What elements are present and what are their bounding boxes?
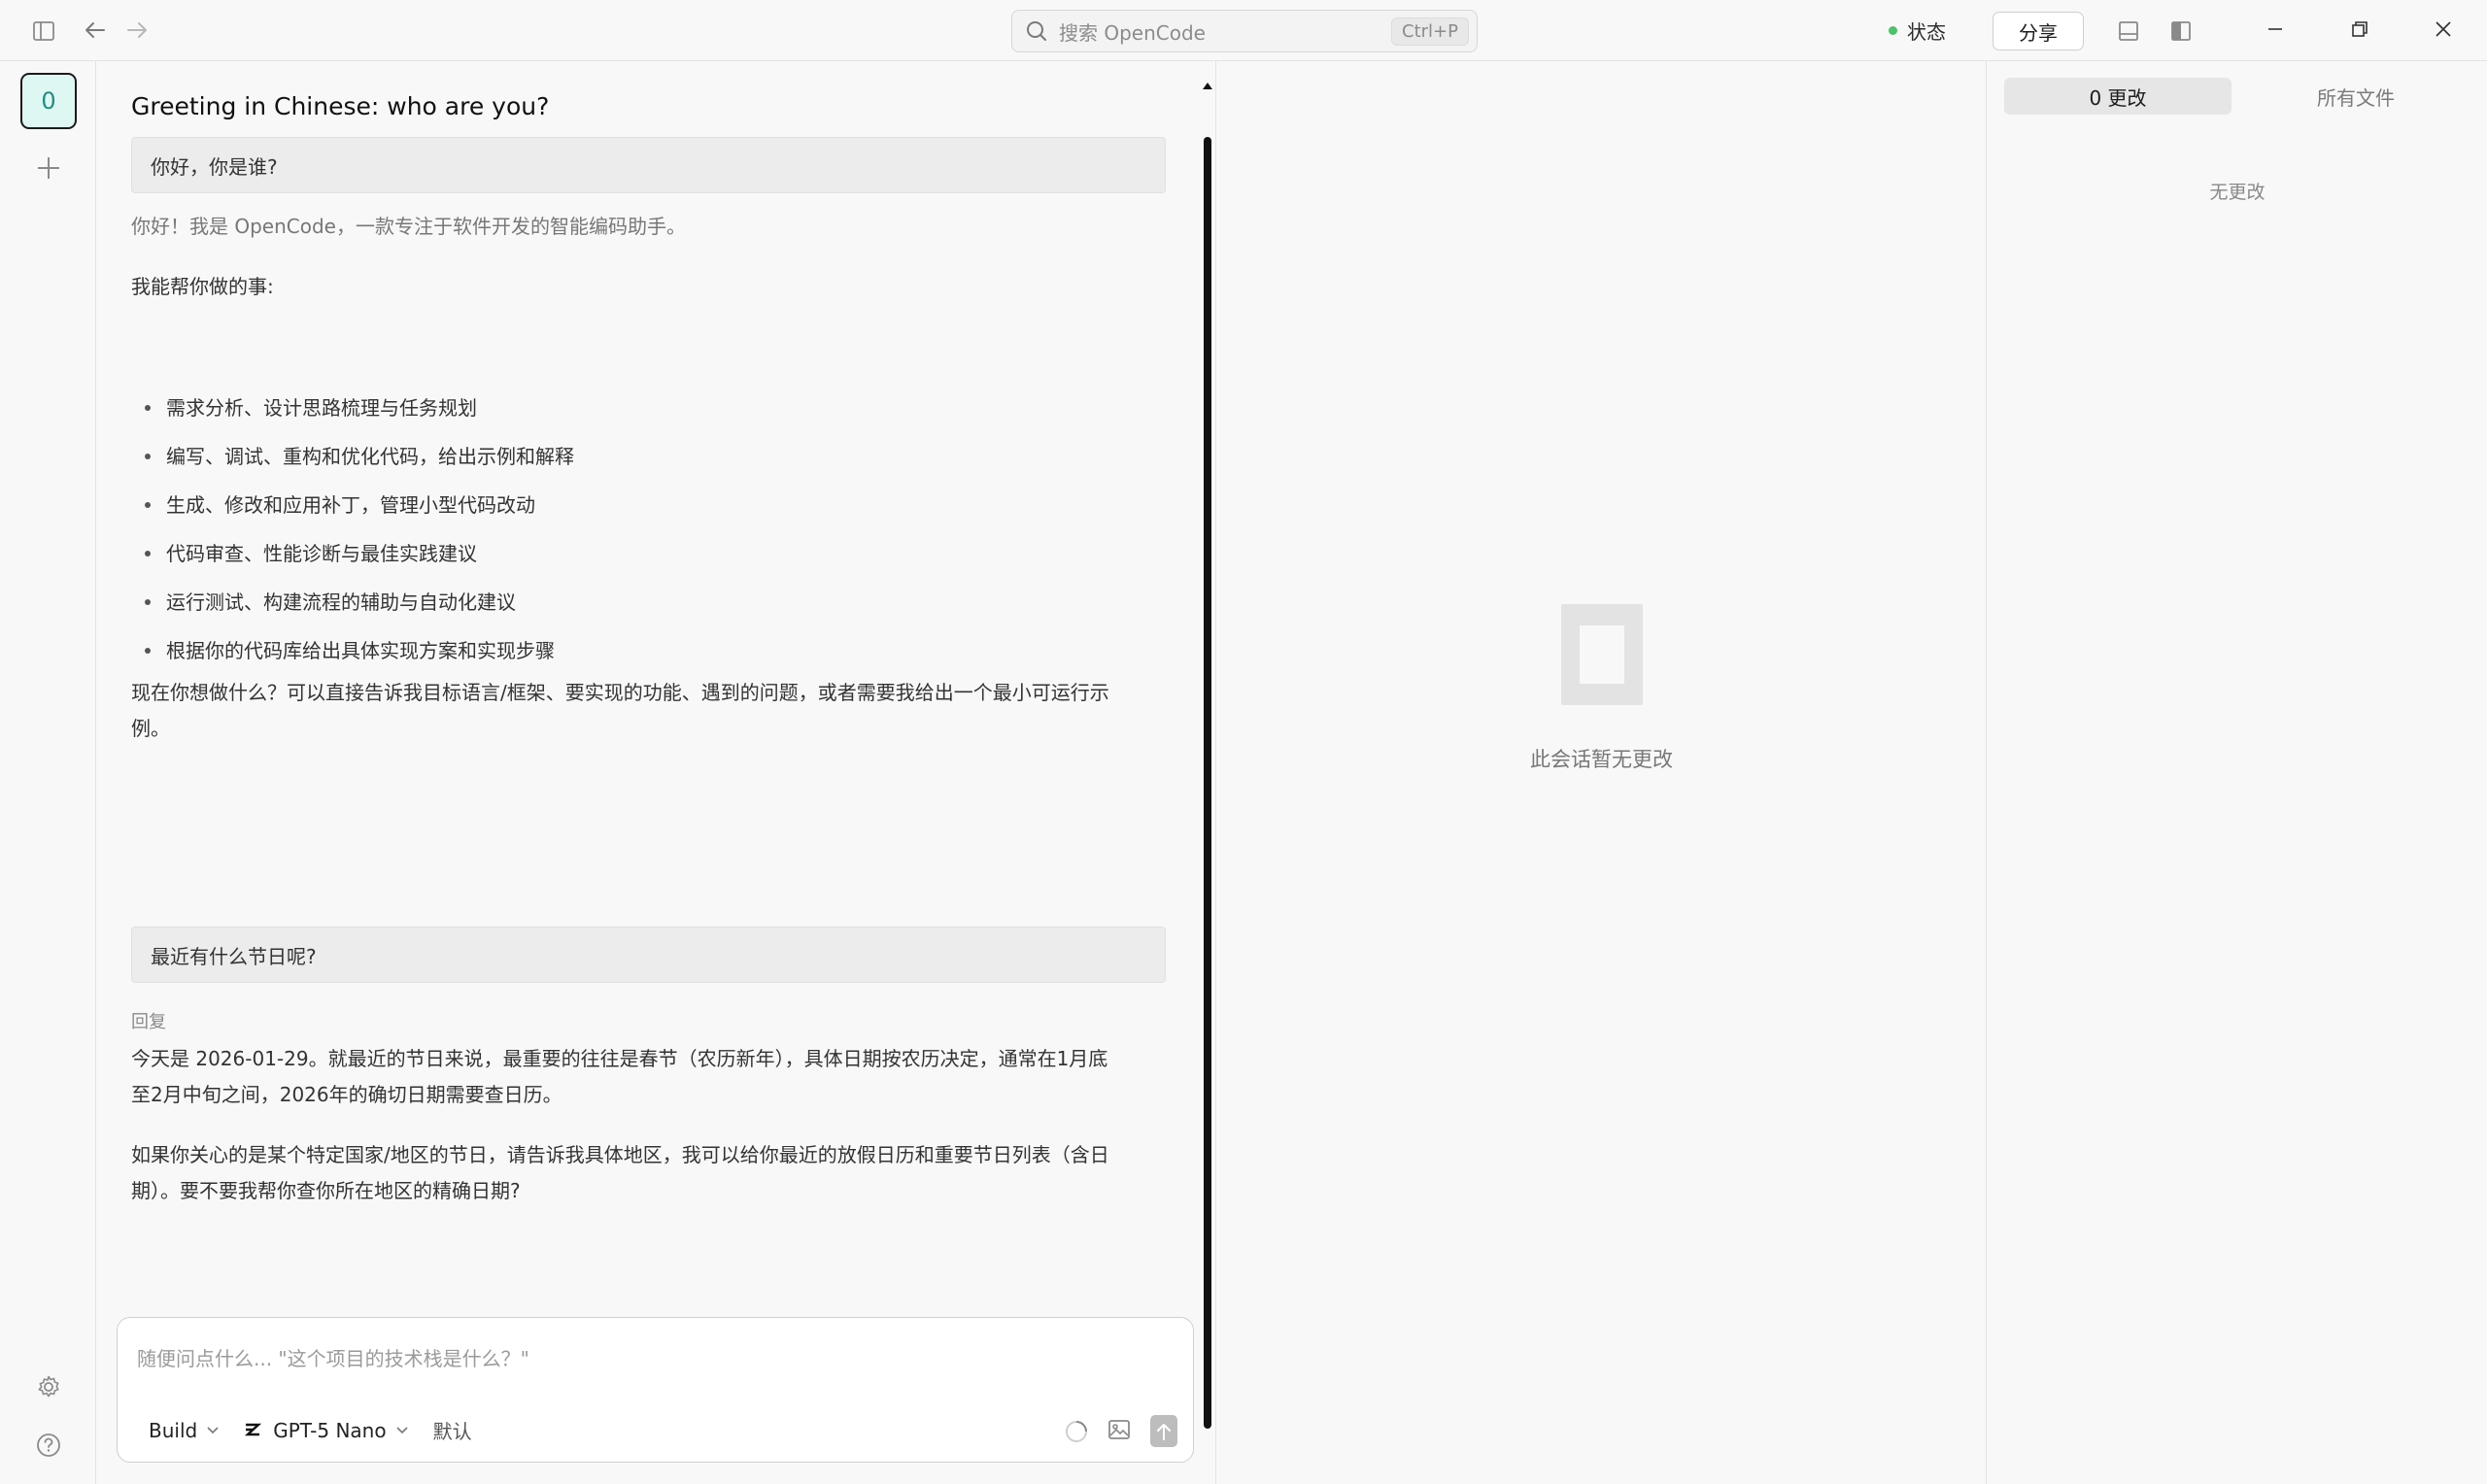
toggle-sidebar-button[interactable] — [31, 18, 56, 44]
agent-label: Build — [149, 1418, 198, 1442]
assistant-reply-line: 如果你关心的是某个特定国家/地区的节日，请告诉我具体地区，我可以给你最近的放假日… — [131, 1143, 1109, 1166]
maximize-button[interactable] — [2346, 16, 2373, 43]
agent-select[interactable]: Build — [149, 1419, 244, 1442]
empty-document-icon — [1561, 604, 1643, 705]
sidebar-icon — [33, 21, 54, 41]
variant-select[interactable]: 默认 — [433, 1416, 472, 1444]
send-button[interactable] — [1150, 1415, 1177, 1447]
prompt-composer[interactable]: 随便问点什么... "这个项目的技术栈是什么？" Build GPT-5 Nan… — [117, 1317, 1194, 1463]
gear-icon — [38, 1375, 59, 1398]
scroll-up-arrow[interactable] — [1201, 79, 1214, 92]
title-bar: 搜索 OpenCode Ctrl+P 状态 分享 — [0, 0, 2487, 61]
assistant-reply-line: 至2月中旬之间，2026年的确切日期需要查日历。 — [131, 1083, 562, 1106]
forward-button[interactable] — [123, 17, 151, 44]
close-icon — [2436, 21, 2451, 37]
restore-icon — [2352, 21, 2368, 37]
list-item: 代码审查、性能诊断与最佳实践建议 — [131, 535, 1166, 584]
status-dot — [1889, 25, 1897, 35]
arrow-up-icon — [1157, 1423, 1171, 1440]
search-input[interactable]: 搜索 OpenCode Ctrl+P — [1011, 10, 1478, 52]
assistant-reply-line: 期）。要不要我帮你查你所在地区的精确日期? — [131, 1179, 521, 1202]
openai-logo-icon — [245, 1423, 262, 1435]
close-window-button[interactable] — [2430, 16, 2457, 43]
review-empty-text: 此会话暂无更改 — [1530, 748, 1673, 771]
changes-panel: 0 更改 所有文件 无更改 — [1986, 61, 2487, 1484]
reply-label: 回复 — [131, 1012, 166, 1032]
loading-spinner-icon — [1066, 1420, 1087, 1442]
model-select[interactable]: GPT-5 Nano — [244, 1419, 432, 1442]
chat-scrollbar[interactable] — [1204, 137, 1211, 1429]
list-item: 需求分析、设计思路梳理与任务规划 — [131, 389, 1166, 438]
composer-toolbar: Build GPT-5 Nano 默认 — [149, 1416, 472, 1444]
toggle-bottom-panel-button[interactable] — [2116, 18, 2141, 44]
image-icon — [1108, 1419, 1130, 1439]
minimize-icon — [2268, 28, 2282, 30]
list-item: 根据你的代码库给出具体实现方案和实现步骤 — [131, 632, 1166, 681]
status-label: 状态 — [1907, 19, 1946, 44]
chat-panel: Greeting in Chinese: who are you? 你好，你是谁… — [97, 61, 1214, 1484]
search-shortcut-badge: Ctrl+P — [1391, 17, 1469, 46]
session-rail: 0 — [0, 61, 96, 1484]
triangle-up-icon — [1203, 83, 1212, 89]
assistant-intro: 你好！我是 OpenCode，一款专注于软件开发的智能编码助手。 — [131, 215, 686, 238]
list-item: 生成、修改和应用补丁，管理小型代码改动 — [131, 487, 1166, 535]
search-placeholder: 搜索 OpenCode — [1059, 20, 1206, 45]
user-message: 你好，你是谁? — [131, 137, 1166, 193]
review-panel: 此会话暂无更改 — [1215, 61, 1986, 1484]
assistant-reply-line: 今天是 2026-01-29。就最近的节日来说，最重要的往往是春节（农历新年），… — [131, 1047, 1108, 1070]
panel-split-icon — [2171, 21, 2191, 41]
panel-bottom-icon — [2119, 21, 2138, 41]
assistant-closing-line: 例。 — [131, 717, 170, 740]
tab-changes[interactable]: 0 更改 — [2004, 78, 2231, 115]
composer-actions — [1065, 1415, 1177, 1447]
capabilities-list: 需求分析、设计思路梳理与任务规划 编写、调试、重构和优化代码，给出示例和解释 生… — [131, 389, 1166, 681]
list-item: 编写、调试、重构和优化代码，给出示例和解释 — [131, 438, 1166, 487]
assistant-closing-line: 现在你想做什么？可以直接告诉我目标语言/框架、要实现的功能、遇到的问题，或者需要… — [131, 681, 1109, 704]
prompt-input[interactable]: 随便问点什么... "这个项目的技术栈是什么？" — [137, 1343, 529, 1371]
help-button[interactable] — [34, 1431, 63, 1460]
toggle-review-panel-button[interactable] — [2168, 18, 2194, 44]
assistant-lead: 我能帮你做的事: — [131, 275, 274, 298]
search-icon — [1027, 21, 1046, 41]
model-label: GPT-5 Nano — [273, 1418, 387, 1442]
minimize-button[interactable] — [2262, 16, 2289, 43]
user-message: 最近有什么节日呢? — [131, 927, 1166, 983]
session-badge[interactable]: 0 — [20, 73, 77, 129]
attach-image-button[interactable] — [1107, 1418, 1131, 1445]
session-title: Greeting in Chinese: who are you? — [131, 92, 550, 120]
back-button[interactable] — [82, 17, 109, 44]
help-icon — [37, 1433, 60, 1457]
tab-all-files[interactable]: 所有文件 — [2242, 78, 2470, 115]
share-button[interactable]: 分享 — [1993, 12, 2084, 51]
arrow-left-icon — [85, 22, 105, 38]
chevron-down-icon — [207, 1426, 219, 1433]
plus-icon — [38, 157, 59, 179]
settings-button[interactable] — [34, 1372, 63, 1401]
chevron-down-icon — [396, 1426, 408, 1433]
status-button[interactable]: 状态 — [1889, 17, 1946, 44]
arrow-right-icon — [127, 22, 147, 38]
list-item: 运行测试、构建流程的辅助与自动化建议 — [131, 584, 1166, 632]
changes-empty-text: 无更改 — [2209, 182, 2266, 203]
new-session-button[interactable] — [33, 152, 64, 184]
